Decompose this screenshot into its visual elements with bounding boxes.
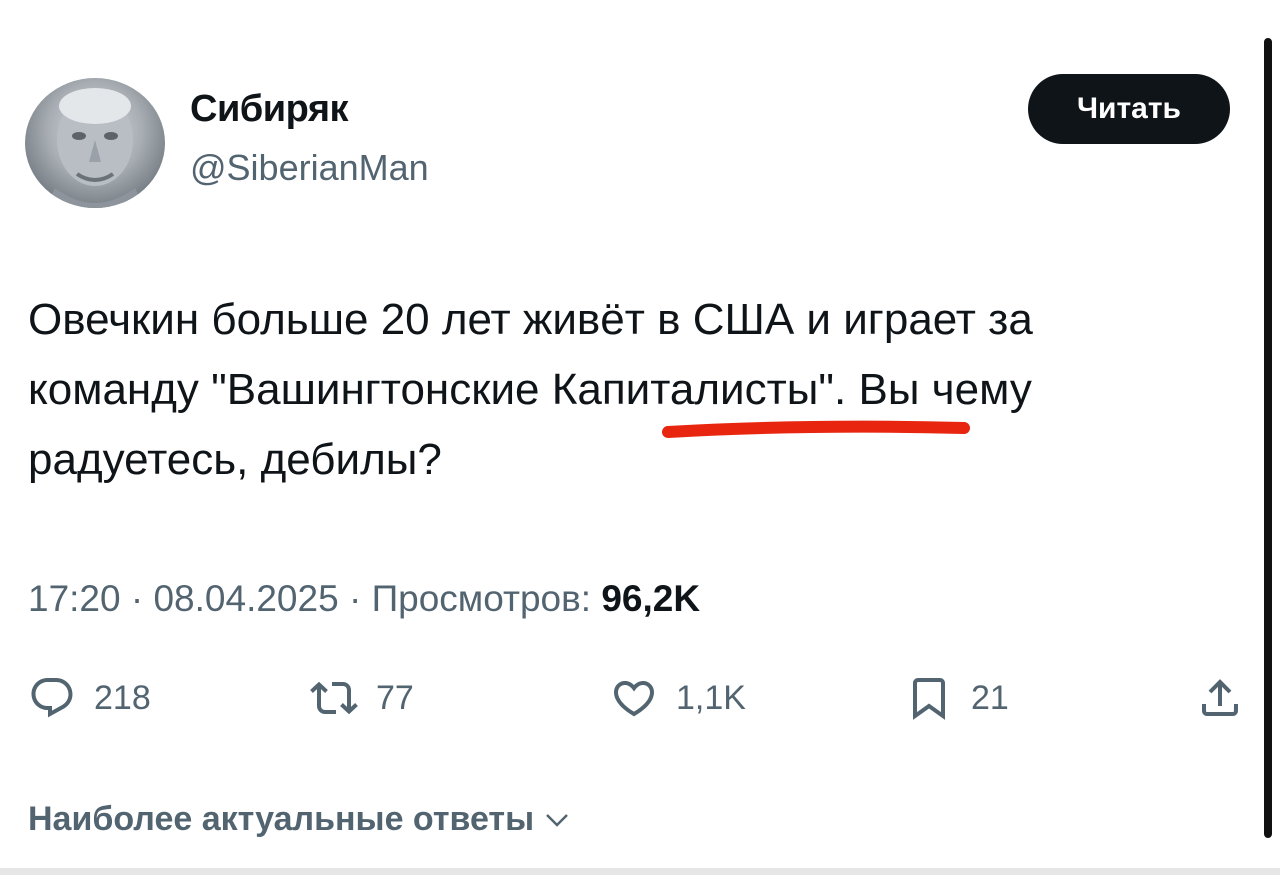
retweet-icon <box>310 681 358 715</box>
reply-count: 218 <box>94 678 151 717</box>
views-count: 96,2K <box>601 578 701 619</box>
tweet-text: Овечкин больше 20 лет живёт в США и игра… <box>28 285 1250 495</box>
heart-icon <box>613 681 655 717</box>
like-count: 1,1K <box>676 678 746 717</box>
author-avatar[interactable] <box>25 78 165 208</box>
like-button[interactable]: 1,1K <box>610 668 746 728</box>
tweet-time[interactable]: 17:20 <box>28 578 121 619</box>
meta-separator: · <box>130 578 144 619</box>
share-button[interactable] <box>1196 668 1244 728</box>
bottom-divider <box>0 868 1280 875</box>
author-display-name[interactable]: Сибиряк <box>190 88 349 131</box>
tweet-actions-bar: 218 77 1,1K 21 <box>0 668 1280 728</box>
bookmark-icon <box>913 678 945 720</box>
follow-button[interactable]: Читать <box>1028 74 1230 144</box>
tweet-text-line: команду "Вашингтонские Капиталисты". Вы … <box>28 365 1032 414</box>
tweet-date[interactable]: 08.04.2025 <box>153 578 338 619</box>
views-label: Просмотров: <box>371 578 592 619</box>
reply-icon <box>31 678 73 718</box>
tweet-meta: 17:20 · 08.04.2025 · Просмотров: 96,2K <box>28 578 700 620</box>
retweet-button[interactable]: 77 <box>310 668 414 728</box>
red-underline-mark <box>662 420 970 438</box>
reply-button[interactable]: 218 <box>28 668 151 728</box>
frosted-man-avatar-icon <box>45 88 145 208</box>
replies-sort-dropdown[interactable]: Наиболее актуальные ответы <box>28 800 572 839</box>
scrollbar[interactable] <box>1264 38 1272 838</box>
bookmark-count: 21 <box>971 678 1009 717</box>
tweet-page: Сибиряк @SiberianMan Читать Овечкин боль… <box>0 0 1280 875</box>
author-handle[interactable]: @SiberianMan <box>190 147 429 189</box>
bookmark-button[interactable]: 21 <box>905 668 1009 728</box>
tweet-text-line: Овечкин больше 20 лет живёт в США и игра… <box>28 295 1033 344</box>
replies-sort-label: Наиболее актуальные ответы <box>28 800 535 838</box>
meta-separator: · <box>348 578 362 619</box>
retweet-count: 77 <box>376 678 414 717</box>
share-icon <box>1202 679 1238 716</box>
chevron-down-icon <box>546 813 568 827</box>
tweet-text-line: радуетесь, дебилы? <box>28 435 442 484</box>
